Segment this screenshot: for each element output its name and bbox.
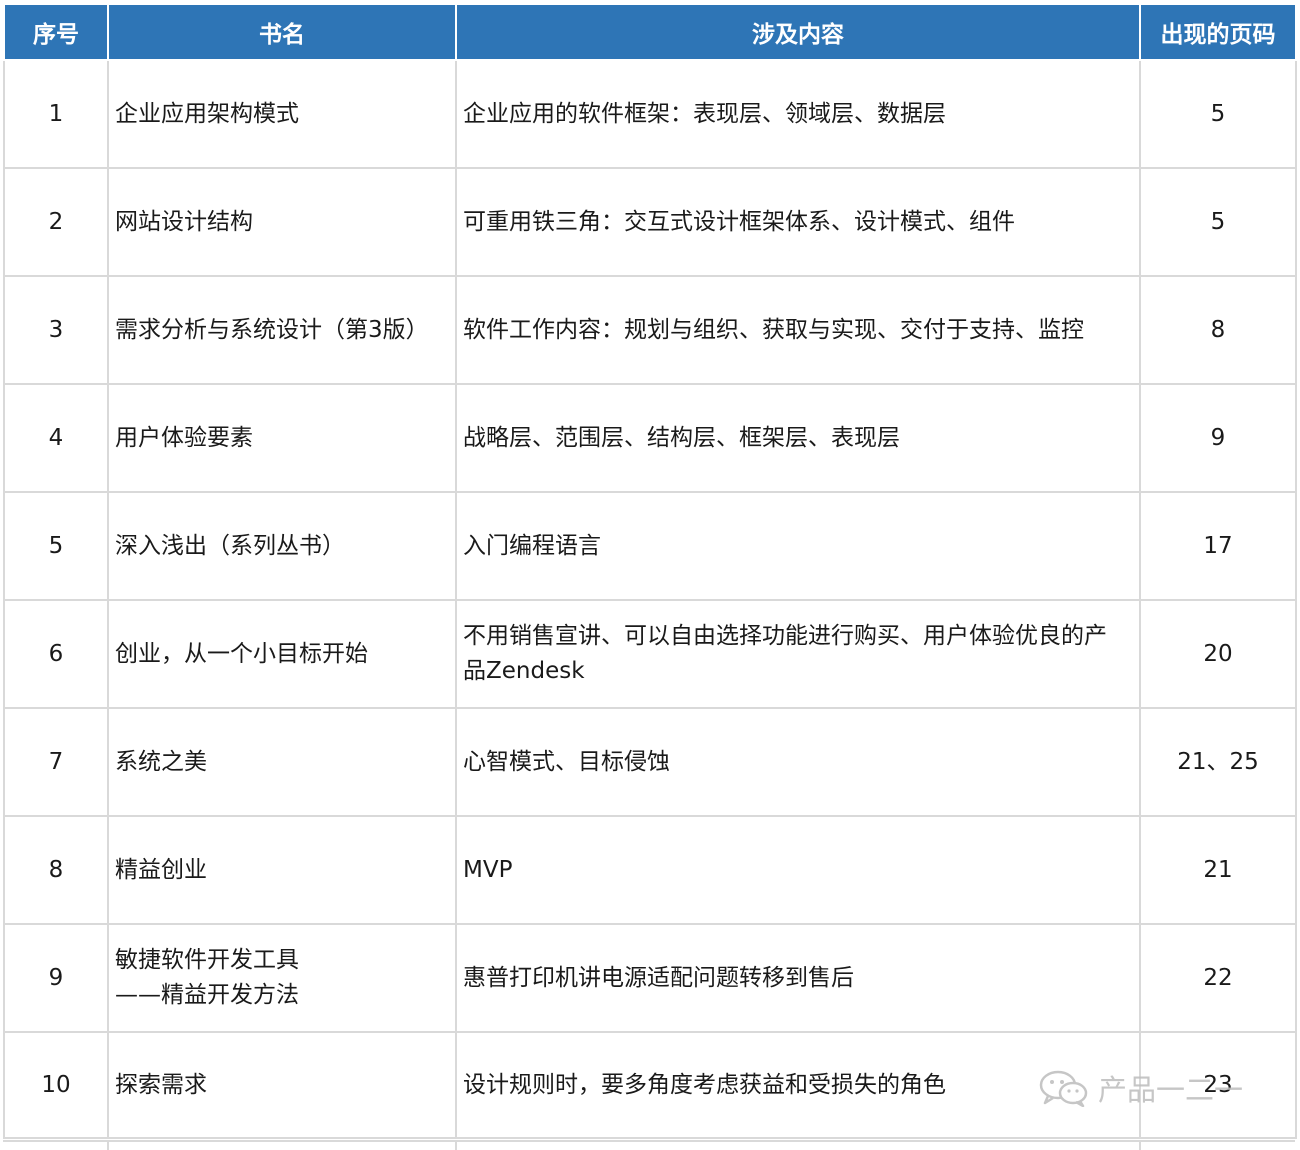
cell-index: 6 [3, 599, 109, 709]
book-table: 序号 书名 涉及内容 出现的页码 1 企业应用架构模式 企业应用的软件框架：表现… [3, 3, 1297, 1139]
table-row: 4 用户体验要素 战略层、范围层、结构层、框架层、表现层 9 [3, 383, 1297, 493]
cell-content: 心智模式、目标侵蚀 [455, 707, 1141, 817]
book-table-sheet: 序号 书名 涉及内容 出现的页码 1 企业应用架构模式 企业应用的软件框架：表现… [3, 3, 1297, 1139]
cell-content: 入门编程语言 [455, 491, 1141, 601]
cell-book-name: 网站设计结构 [107, 167, 457, 277]
cell-page: 5 [1139, 59, 1297, 169]
table-row: 7 系统之美 心智模式、目标侵蚀 21、25 [3, 707, 1297, 817]
cell-book-name: 创业，从一个小目标开始 [107, 599, 457, 709]
cell-content: 不用销售宣讲、可以自由选择功能进行购买、用户体验优良的产 品Zendesk [455, 599, 1141, 709]
column-divider [107, 1142, 109, 1150]
cell-index: 9 [3, 923, 109, 1033]
cell-book-name: 用户体验要素 [107, 383, 457, 493]
header-book-name: 书名 [107, 3, 457, 61]
cell-index: 5 [3, 491, 109, 601]
cell-content: 设计规则时，要多角度考虑获益和受损失的角色 [455, 1031, 1141, 1139]
cell-index: 10 [3, 1031, 109, 1139]
cell-book-name: 企业应用架构模式 [107, 59, 457, 169]
table-row: 10 探索需求 设计规则时，要多角度考虑获益和受损失的角色 23 [3, 1031, 1297, 1139]
column-divider [1139, 1142, 1141, 1150]
cell-book-name: 敏捷软件开发工具 ——精益开发方法 [107, 923, 457, 1033]
table-row: 6 创业，从一个小目标开始 不用销售宣讲、可以自由选择功能进行购买、用户体验优良… [3, 599, 1297, 709]
cell-page: 23 [1139, 1031, 1297, 1139]
cell-content: 战略层、范围层、结构层、框架层、表现层 [455, 383, 1141, 493]
cell-book-name: 需求分析与系统设计（第3版） [107, 275, 457, 385]
cell-page: 8 [1139, 275, 1297, 385]
cell-index: 4 [3, 383, 109, 493]
table-row: 2 网站设计结构 可重用铁三角：交互式设计框架体系、设计模式、组件 5 [3, 167, 1297, 277]
table-row: 3 需求分析与系统设计（第3版） 软件工作内容：规划与组织、获取与实现、交付于支… [3, 275, 1297, 385]
cell-content: 惠普打印机讲电源适配问题转移到售后 [455, 923, 1141, 1033]
cell-index: 8 [3, 815, 109, 925]
table-next-row-edge [3, 1140, 1295, 1150]
cell-book-name: 精益创业 [107, 815, 457, 925]
cell-page: 22 [1139, 923, 1297, 1033]
table-row: 9 敏捷软件开发工具 ——精益开发方法 惠普打印机讲电源适配问题转移到售后 22 [3, 923, 1297, 1033]
cell-index: 3 [3, 275, 109, 385]
header-content: 涉及内容 [455, 3, 1141, 61]
cell-page: 9 [1139, 383, 1297, 493]
cell-page: 5 [1139, 167, 1297, 277]
header-index: 序号 [3, 3, 109, 61]
cell-content: MVP [455, 815, 1141, 925]
cell-page: 20 [1139, 599, 1297, 709]
cell-page: 21、25 [1139, 707, 1297, 817]
cell-book-name: 系统之美 [107, 707, 457, 817]
cell-page: 17 [1139, 491, 1297, 601]
cell-content: 企业应用的软件框架：表现层、领域层、数据层 [455, 59, 1141, 169]
cell-page: 21 [1139, 815, 1297, 925]
cell-index: 2 [3, 167, 109, 277]
cell-book-name: 探索需求 [107, 1031, 457, 1139]
cell-index: 7 [3, 707, 109, 817]
table-header-row: 序号 书名 涉及内容 出现的页码 [3, 3, 1297, 61]
cell-book-name: 深入浅出（系列丛书） [107, 491, 457, 601]
table-row: 1 企业应用架构模式 企业应用的软件框架：表现层、领域层、数据层 5 [3, 59, 1297, 169]
cell-content: 软件工作内容：规划与组织、获取与实现、交付于支持、监控 [455, 275, 1141, 385]
header-page: 出现的页码 [1139, 3, 1297, 61]
table-row: 5 深入浅出（系列丛书） 入门编程语言 17 [3, 491, 1297, 601]
cell-index: 1 [3, 59, 109, 169]
cell-content: 可重用铁三角：交互式设计框架体系、设计模式、组件 [455, 167, 1141, 277]
table-row: 8 精益创业 MVP 21 [3, 815, 1297, 925]
column-divider [455, 1142, 457, 1150]
